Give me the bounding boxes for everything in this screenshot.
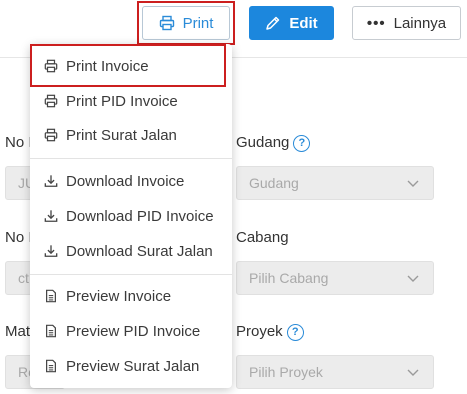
proyek-select-value: Pilih Proyek — [249, 364, 323, 380]
help-icon[interactable]: ? — [286, 323, 304, 341]
download-icon — [44, 175, 58, 187]
menu-divider — [30, 158, 232, 159]
no-field-label-1: No I — [5, 134, 33, 151]
cabang-select[interactable]: Pilih Cabang — [236, 261, 434, 295]
more-button-label: Lainnya — [393, 14, 447, 32]
download-icon — [44, 210, 58, 222]
document-icon — [46, 359, 56, 373]
mat-field-label: Mat — [5, 323, 31, 340]
menu-item-preview-invoice[interactable]: Preview Invoice — [30, 281, 232, 311]
edit-button-label: Edit — [289, 14, 318, 32]
menu-item-label: Download Invoice — [66, 172, 185, 190]
menu-divider — [30, 274, 232, 275]
chevron-down-icon — [407, 180, 419, 187]
document-icon — [46, 289, 56, 303]
no-field-label-2: No I — [5, 229, 33, 246]
download-icon — [44, 245, 58, 257]
menu-item-label: Print PID Invoice — [66, 92, 178, 110]
printer-icon — [44, 128, 58, 142]
print-invoice-highlight — [30, 44, 226, 87]
menu-item-download-pid-invoice[interactable]: Download PID Invoice — [30, 201, 232, 231]
menu-item-preview-pid-invoice[interactable]: Preview PID Invoice — [30, 316, 232, 346]
proyek-label-text: Proyek — [236, 323, 283, 340]
proyek-label: Proyek? — [236, 323, 304, 341]
document-icon — [46, 324, 56, 338]
more-button[interactable]: ••• Lainnya — [352, 6, 461, 40]
printer-icon — [44, 94, 58, 108]
print-button-highlight — [137, 1, 235, 45]
cabang-select-value: Pilih Cabang — [249, 270, 329, 286]
cabang-label: Cabang — [236, 229, 289, 246]
gudang-label-text: Gudang — [236, 134, 290, 151]
gudang-label: Gudang? — [236, 134, 311, 152]
menu-item-label: Print Surat Jalan — [66, 126, 177, 144]
gudang-select[interactable]: Gudang — [236, 166, 434, 200]
menu-item-print-surat-jalan[interactable]: Print Surat Jalan — [30, 120, 232, 150]
menu-item-preview-surat-jalan[interactable]: Preview Surat Jalan — [30, 351, 232, 381]
print-dropdown-menu: Print Invoice Print PID Invoice Print Su… — [30, 44, 232, 388]
menu-item-print-pid-invoice[interactable]: Print PID Invoice — [30, 86, 232, 116]
menu-item-label: Preview Surat Jalan — [66, 357, 200, 375]
menu-item-label: Preview Invoice — [66, 287, 172, 305]
no-field-value-2: ct — [18, 270, 29, 286]
menu-item-download-surat-jalan[interactable]: Download Surat Jalan — [30, 236, 232, 266]
proyek-select[interactable]: Pilih Proyek — [236, 355, 434, 389]
menu-item-label: Download PID Invoice — [66, 207, 214, 225]
menu-item-label: Preview PID Invoice — [66, 322, 201, 340]
chevron-down-icon — [407, 275, 419, 282]
menu-item-download-invoice[interactable]: Download Invoice — [30, 166, 232, 196]
more-dots-icon: ••• — [366, 14, 386, 32]
gudang-select-value: Gudang — [249, 175, 299, 191]
menu-item-label: Download Surat Jalan — [66, 242, 213, 260]
edit-icon — [266, 16, 280, 30]
edit-button[interactable]: Edit — [249, 6, 334, 40]
help-icon[interactable]: ? — [293, 134, 311, 152]
chevron-down-icon — [407, 369, 419, 376]
